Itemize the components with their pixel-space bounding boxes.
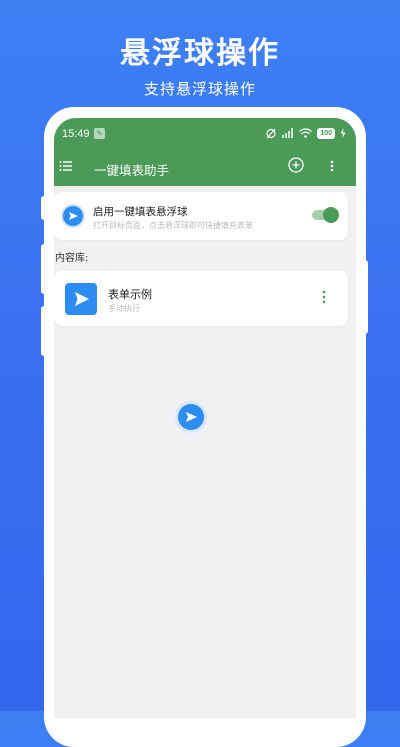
promo-title: 悬浮球操作 <box>120 36 280 71</box>
wrench-icon: ✎ <box>94 128 105 139</box>
phone-screen: 15:49 ✎ 100 一键填表助手 启用一键填表悬浮球 打开目标页面，点击悬浮… <box>54 118 356 718</box>
charging-icon <box>340 128 346 138</box>
float-setting-title: 启用一键填表悬浮球 <box>93 206 188 218</box>
status-time: 15:49 <box>62 128 90 140</box>
promo-subtitle: 支持悬浮球操作 <box>143 80 256 98</box>
add-icon[interactable] <box>288 157 304 173</box>
item-title: 表单示例 <box>108 288 152 301</box>
send-icon <box>63 206 83 226</box>
content-library-label: 内容库: <box>55 253 89 264</box>
floating-ball[interactable] <box>178 404 204 430</box>
wifi-icon <box>299 128 313 138</box>
status-icons: 100 <box>265 127 346 139</box>
item-subtitle: 手动执行 <box>108 304 140 313</box>
signal-icon <box>282 128 294 138</box>
toggle-knob <box>323 207 339 223</box>
alarm-icon <box>266 128 276 139</box>
menu-icon[interactable] <box>59 159 73 173</box>
more-vertical-icon[interactable] <box>322 290 326 304</box>
app-title: 一键填表助手 <box>94 163 170 178</box>
float-ball-toggle[interactable] <box>312 207 339 223</box>
battery-indicator: 100 <box>317 127 335 139</box>
float-setting-description: 打开目标页面，点击悬浮球即可快捷填充表单 <box>93 221 253 230</box>
app-bar: 一键填表助手 <box>54 150 356 186</box>
send-icon <box>186 412 197 422</box>
float-ball-setting-card: 启用一键填表悬浮球 打开目标页面，点击悬浮球即可快捷填充表单 <box>54 192 348 240</box>
list-item[interactable]: 表单示例 手动执行 <box>54 271 348 326</box>
send-icon <box>65 283 97 315</box>
status-bar: 15:49 ✎ 100 <box>54 118 356 150</box>
more-vertical-icon[interactable] <box>330 159 334 173</box>
